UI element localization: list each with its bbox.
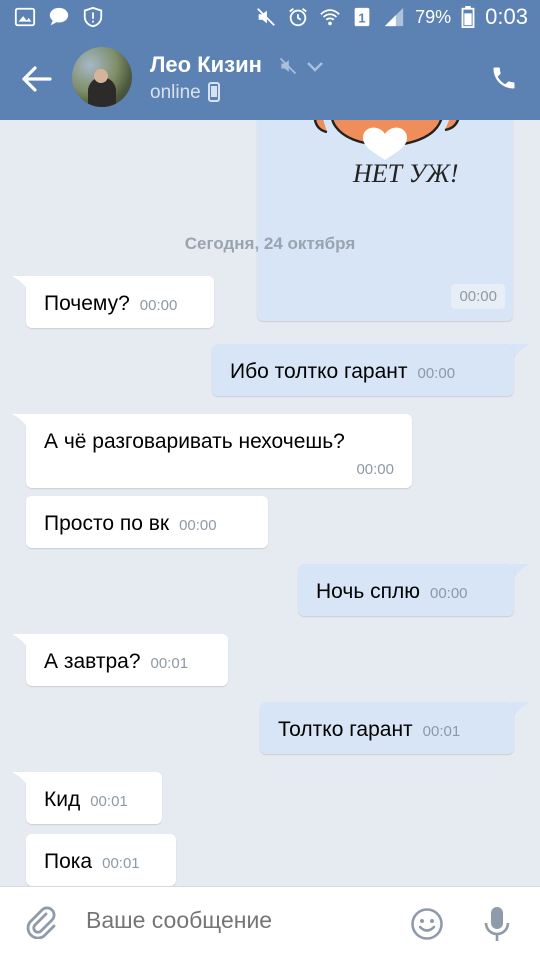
call-icon[interactable] bbox=[490, 64, 518, 92]
message-time: 00:01 bbox=[422, 723, 461, 740]
incoming-message[interactable]: А завтра? 00:01 bbox=[26, 634, 228, 686]
contact-name[interactable]: Лео Кизин bbox=[150, 52, 262, 78]
message-text: А чё разговаривать нехочешь? bbox=[44, 430, 345, 453]
date-divider: Сегодня, 24 октября bbox=[184, 234, 356, 253]
muted-icon bbox=[279, 57, 297, 75]
message-composer bbox=[0, 886, 540, 960]
message-text: Ибо толтко гарант bbox=[230, 360, 408, 383]
incoming-message[interactable]: Пока 00:01 bbox=[26, 834, 176, 886]
message-time: 00:01 bbox=[150, 655, 189, 672]
attach-icon[interactable] bbox=[24, 905, 58, 939]
message-time: 00:00 bbox=[429, 585, 468, 602]
emoji-icon[interactable] bbox=[410, 907, 444, 941]
incoming-message[interactable]: Просто по вк 00:00 bbox=[26, 496, 268, 548]
message-text: Пока bbox=[44, 850, 93, 873]
status-bar: 1 79% 0:03 bbox=[0, 0, 540, 38]
message-time: 00:00 bbox=[417, 365, 456, 382]
message-text: Почему? bbox=[44, 292, 130, 315]
incoming-message[interactable]: А чё разговаривать нехочешь? 00:00 bbox=[26, 414, 412, 488]
message-list[interactable]: НЕТ УЖ! 00:00 Сегодня, 24 октября Почему… bbox=[0, 120, 540, 886]
message-time: 00:01 bbox=[102, 855, 140, 872]
outgoing-message[interactable]: Ибо толтко гарант 00:00 bbox=[212, 344, 514, 396]
back-arrow-icon[interactable] bbox=[20, 64, 52, 94]
message-text: Толтко гарант bbox=[278, 718, 413, 741]
svg-text:1: 1 bbox=[359, 11, 366, 26]
mute-icon bbox=[257, 8, 276, 26]
alarm-icon bbox=[289, 8, 307, 27]
chat-bubble-icon bbox=[49, 7, 69, 26]
sticker-message[interactable]: НЕТ УЖ! 00:00 bbox=[257, 120, 513, 321]
outgoing-message[interactable]: Толтко гарант 00:01 bbox=[260, 702, 514, 754]
battery-percent: 79% bbox=[415, 6, 452, 27]
microphone-icon[interactable] bbox=[482, 905, 512, 943]
incoming-message[interactable]: Почему? 00:00 bbox=[26, 276, 214, 328]
message-time: 00:00 bbox=[139, 297, 178, 314]
chevron-down-icon[interactable] bbox=[306, 58, 324, 74]
online-status: online bbox=[150, 82, 201, 103]
gallery-icon bbox=[14, 7, 36, 27]
message-input[interactable] bbox=[86, 907, 386, 934]
clock: 0:03 bbox=[485, 4, 528, 29]
message-time: 00:01 bbox=[90, 793, 128, 810]
wifi-icon bbox=[320, 9, 340, 26]
message-time: 00:00 bbox=[356, 461, 394, 478]
sticker-caption: НЕТ УЖ! bbox=[352, 159, 459, 188]
battery-icon bbox=[461, 6, 475, 28]
sim-1-icon: 1 bbox=[354, 7, 370, 27]
message-time: 00:00 bbox=[451, 284, 505, 309]
signal-icon bbox=[384, 7, 404, 27]
incoming-message[interactable]: Кид 00:01 bbox=[26, 772, 162, 824]
chat-header: Лео Кизин online bbox=[0, 38, 540, 120]
message-text: А завтра? bbox=[44, 650, 141, 673]
mobile-phone-icon bbox=[208, 82, 220, 102]
message-text: Просто по вк bbox=[44, 512, 170, 535]
message-time: 00:00 bbox=[179, 517, 217, 534]
avatar[interactable] bbox=[72, 47, 132, 107]
outgoing-message[interactable]: Ночь сплю 00:00 bbox=[298, 564, 514, 616]
shield-alert-icon bbox=[83, 6, 103, 28]
message-text: Ночь сплю bbox=[316, 580, 420, 603]
message-text: Кид bbox=[44, 788, 81, 811]
